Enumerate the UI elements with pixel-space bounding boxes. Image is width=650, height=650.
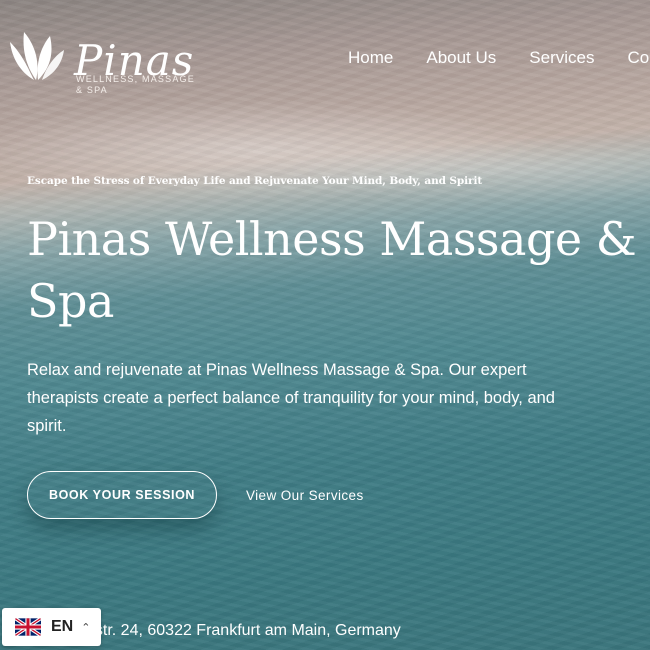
site-header: Pinas WELLNESS, MASSAGE & SPA Home About… [0, 0, 650, 110]
site-logo[interactable]: Pinas WELLNESS, MASSAGE & SPA [6, 26, 206, 100]
book-session-button[interactable]: BOOK YOUR SESSION [27, 471, 217, 519]
hero-description: Relax and rejuvenate at Pinas Wellness M… [27, 361, 555, 435]
address-text: nstr. 24, 60322 Frankfurt am Main, Germa… [86, 622, 401, 639]
language-code: EN [51, 618, 74, 635]
nav-contact[interactable]: Co [627, 48, 649, 68]
uk-flag-icon [15, 618, 41, 636]
nav-about-us[interactable]: About Us [426, 48, 496, 68]
language-switcher[interactable]: EN ⌃ [2, 608, 101, 646]
nav-services[interactable]: Services [529, 48, 594, 68]
brand-tagline: WELLNESS, MASSAGE & SPA [76, 74, 195, 95]
hero-title: Pinas Wellness Massage & Spa [27, 212, 637, 328]
hero-eyebrow: Escape the Stress of Everyday Life and R… [27, 175, 483, 187]
view-services-link[interactable]: View Our Services [246, 488, 364, 503]
lotus-leaves-icon [10, 32, 64, 80]
main-nav: Home About Us Services Co [348, 48, 650, 68]
nav-home[interactable]: Home [348, 48, 393, 68]
chevron-up-icon: ⌃ [81, 621, 91, 634]
